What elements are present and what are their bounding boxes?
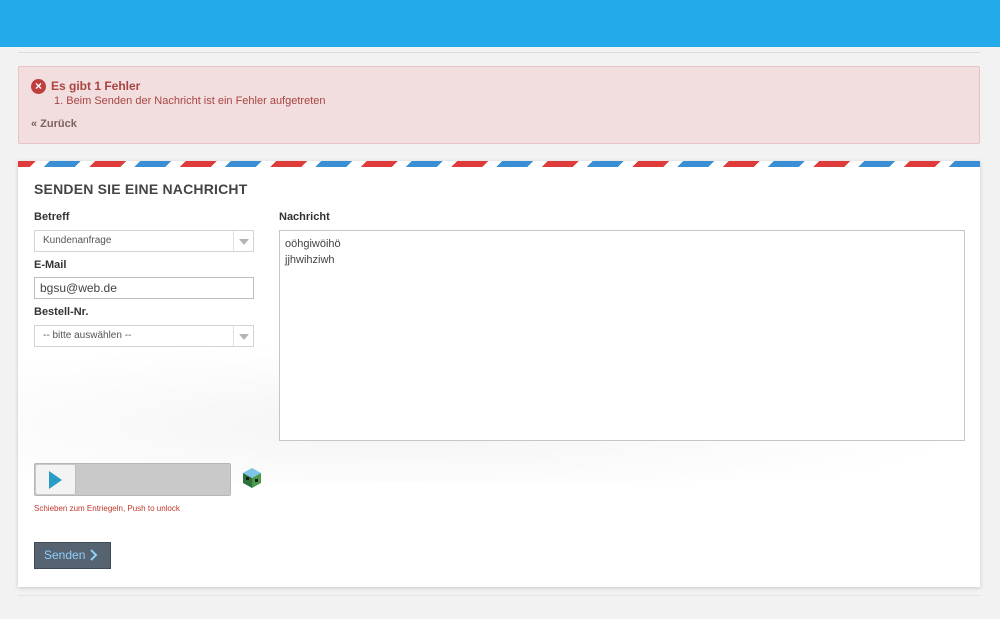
footer-divider: [18, 595, 980, 596]
arrow-right-icon[interactable]: [36, 465, 76, 494]
alert-message: 1. Beim Senden der Nachricht ist ein Feh…: [54, 95, 326, 107]
back-link[interactable]: « Zurück: [31, 118, 77, 130]
send-button-label: Senden: [44, 548, 86, 562]
message-line: jjhwihziwh: [285, 254, 335, 266]
chevron-right-icon: [90, 549, 98, 561]
email-label: E-Mail: [34, 259, 67, 271]
alert-title: Es gibt 1 Fehler: [51, 79, 141, 93]
unlock-slider[interactable]: [34, 463, 231, 496]
subject-selected-value: Kundenanfrage: [43, 235, 112, 246]
chevron-down-icon[interactable]: [233, 231, 253, 251]
email-field[interactable]: bgsu@web.de: [34, 277, 254, 299]
send-button[interactable]: Senden: [34, 542, 111, 569]
order-number-select[interactable]: -- bitte auswählen --: [34, 325, 254, 347]
form-heading: SENDEN SIE EINE NACHRICHT: [34, 181, 248, 197]
slider-hint: Schieben zum Entriegeln, Push to unlock: [34, 504, 180, 513]
subject-label: Betreff: [34, 211, 70, 223]
header-divider: [18, 52, 980, 53]
message-label: Nachricht: [279, 211, 330, 223]
error-circle-icon: ×: [31, 79, 46, 94]
top-header-bar: [0, 0, 1000, 47]
error-alert: × Es gibt 1 Fehler 1. Beim Senden der Na…: [18, 66, 980, 144]
message-line: oöhgiwöihö: [285, 238, 341, 250]
order-number-label: Bestell-Nr.: [34, 306, 89, 318]
subject-select[interactable]: Kundenanfrage: [34, 230, 254, 252]
message-textarea[interactable]: oöhgiwöihö jjhwihziwh: [279, 230, 965, 441]
cube-lock-icon: [243, 468, 261, 488]
order-number-selected-value: -- bitte auswählen --: [43, 330, 132, 341]
chevron-down-icon[interactable]: [233, 326, 253, 346]
airmail-border: [18, 161, 980, 167]
contact-form-card: SENDEN SIE EINE NACHRICHT Betreff Kunden…: [18, 161, 980, 587]
